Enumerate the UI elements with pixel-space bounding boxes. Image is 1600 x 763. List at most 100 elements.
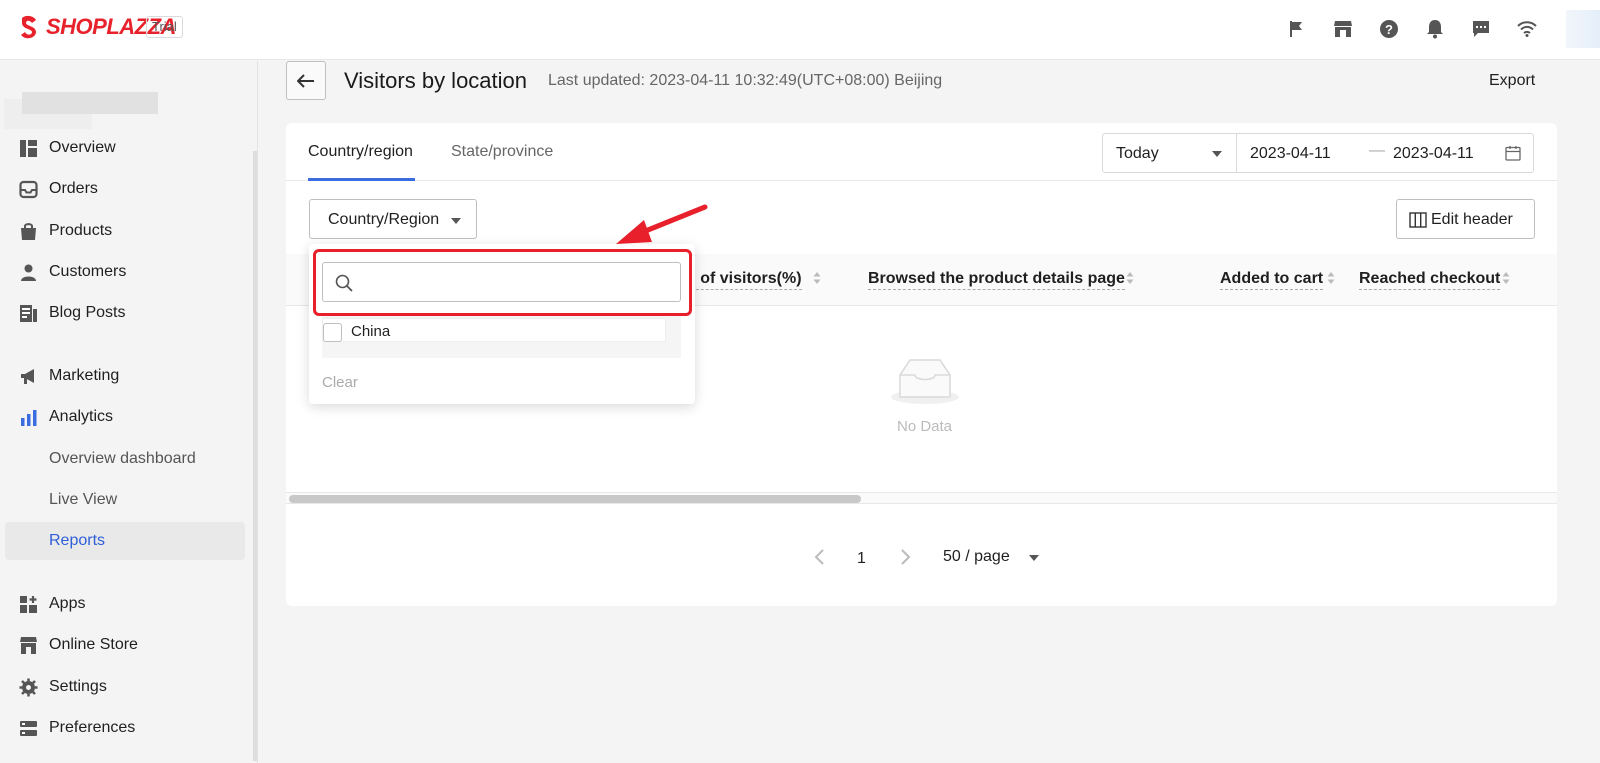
sidebar-item-label: Online Store [49, 636, 138, 653]
help-icon[interactable]: ? [1376, 16, 1402, 42]
empty-state-text: No Data [897, 418, 953, 435]
flag-icon[interactable] [1284, 16, 1310, 42]
trial-badge: Trial [146, 16, 183, 38]
analytics-icon [21, 410, 37, 426]
active-tab-indicator [308, 178, 415, 181]
chevron-down-icon [1212, 151, 1222, 157]
avatar[interactable] [1566, 10, 1600, 48]
sidebar-item-analytics[interactable]: Analytics [0, 398, 250, 436]
column-header-added-to-cart[interactable]: Added to cart [1220, 269, 1324, 290]
sidebar-item-apps[interactable]: Apps [0, 585, 250, 623]
chevron-right-icon[interactable] [898, 548, 912, 566]
option-checkbox[interactable] [323, 323, 342, 342]
sidebar-item-label: Settings [49, 678, 107, 695]
country-option[interactable]: China [322, 318, 666, 342]
online-store-icon [20, 637, 37, 654]
last-updated-text: Last updated: 2023-04-11 10:32:49(UTC+08… [548, 72, 943, 89]
country-search-field[interactable] [322, 262, 681, 302]
settings-icon [19, 678, 38, 697]
sidebar-scrollbar[interactable] [253, 151, 257, 761]
tab-country-region[interactable]: Country/region [308, 143, 413, 161]
sidebar-item-overview-dashboard[interactable]: Overview dashboard [0, 440, 250, 478]
column-header-browsed-product-details[interactable]: Browsed the product details page [868, 269, 1125, 290]
sort-icon[interactable] [1126, 271, 1134, 285]
sidebar-item-label: Overview dashboard [49, 450, 196, 467]
country-dropdown: China Clear [309, 244, 695, 404]
apps-icon [20, 596, 37, 613]
sidebar-item-preferences[interactable]: Preferences [0, 709, 250, 747]
page-size-select[interactable]: 50 / page [943, 548, 1039, 566]
chat-icon[interactable] [1468, 16, 1494, 42]
sort-icon[interactable] [813, 271, 821, 285]
sidebar-item-customers[interactable]: Customers [0, 253, 250, 291]
shoplazza-logo-icon [21, 15, 36, 39]
overview-icon [20, 140, 37, 157]
horizontal-scrollbar-thumb[interactable] [289, 495, 861, 503]
orders-icon [19, 180, 38, 199]
sidebar-item-label: Overview [49, 139, 116, 156]
page-size-value: 50 / page [943, 548, 1010, 565]
top-bar: SHOPLAZZA Trial ? [0, 0, 1600, 60]
tab-state-province[interactable]: State/province [451, 143, 553, 161]
sidebar-item-reports[interactable]: Reports [5, 522, 245, 560]
sidebar-item-overview[interactable]: Overview [0, 129, 250, 167]
sidebar-item-online-store[interactable]: Online Store [0, 626, 250, 664]
sidebar-item-blog-posts[interactable]: Blog Posts [0, 294, 250, 332]
customers-icon [21, 264, 36, 281]
column-header-visitors-percent[interactable]: n of visitors(%) [686, 269, 802, 290]
page-title: Visitors by location [344, 68, 528, 93]
sort-icon[interactable] [1327, 271, 1335, 285]
date-range-picker: Today 2023-04-11 — 2023-04-11 [1102, 133, 1534, 173]
date-preset-select[interactable]: Today [1103, 134, 1237, 172]
calendar-icon[interactable] [1505, 145, 1521, 161]
country-region-filter[interactable]: Country/Region [309, 199, 477, 239]
end-date-input[interactable]: 2023-04-11 [1393, 145, 1474, 163]
sidebar-item-label: Blog Posts [49, 304, 126, 321]
chevron-down-icon [451, 218, 461, 224]
svg-text:?: ? [1385, 22, 1393, 37]
report-tabs: Country/region State/province Today 2023… [286, 123, 1557, 181]
sidebar-item-settings[interactable]: Settings [0, 668, 250, 706]
date-preset-value: Today [1116, 145, 1159, 162]
export-button[interactable]: Export [1489, 72, 1535, 90]
products-icon [21, 223, 36, 240]
preferences-icon [20, 721, 37, 736]
sidebar-item-label: Orders [49, 180, 98, 197]
column-header-reached-checkout[interactable]: Reached checkout [1359, 269, 1501, 290]
country-filter-label: Country/Region [328, 211, 440, 228]
clear-button[interactable]: Clear [322, 374, 358, 391]
sidebar-item-label: Marketing [49, 367, 120, 384]
chevron-left-icon[interactable] [813, 548, 827, 566]
empty-inbox-icon [891, 359, 959, 404]
sidebar-item-orders[interactable]: Orders [0, 170, 250, 208]
sidebar-item-label: Preferences [49, 719, 136, 736]
arrow-left-icon [297, 73, 314, 88]
sidebar-item-label: Products [49, 222, 113, 239]
sidebar-item-label: Customers [49, 263, 127, 280]
sidebar-item-marketing[interactable]: Marketing [0, 357, 250, 395]
megaphone-icon [21, 369, 34, 384]
search-icon [335, 274, 353, 292]
start-date-input[interactable]: 2023-04-11 [1250, 145, 1331, 163]
country-search-input[interactable] [363, 269, 673, 295]
country-option-list: China [322, 316, 681, 358]
store-icon[interactable] [1330, 16, 1356, 42]
pagination-page-1[interactable]: 1 [857, 550, 866, 568]
country-option-label: China [351, 323, 391, 340]
edit-header-button[interactable]: Edit header [1396, 199, 1535, 239]
sort-icon[interactable] [1502, 271, 1510, 285]
sidebar-item-products[interactable]: Products [0, 212, 250, 250]
wifi-icon[interactable] [1514, 16, 1540, 42]
blog-icon [20, 305, 37, 322]
sidebar-item-live-view[interactable]: Live View [0, 481, 250, 519]
sidebar-item-label: Reports [49, 532, 106, 549]
bell-icon[interactable] [1422, 16, 1448, 42]
sidebar-item-label: Live View [49, 491, 118, 508]
sidebar-item-label: Analytics [49, 408, 114, 425]
back-button[interactable] [286, 61, 326, 100]
sidebar: Overview Orders Products Customers Blog … [0, 61, 258, 763]
edit-header-label: Edit header [1431, 211, 1513, 228]
columns-icon [1409, 212, 1427, 228]
store-name-blurred[interactable] [0, 89, 200, 129]
date-separator: — [1369, 142, 1385, 159]
